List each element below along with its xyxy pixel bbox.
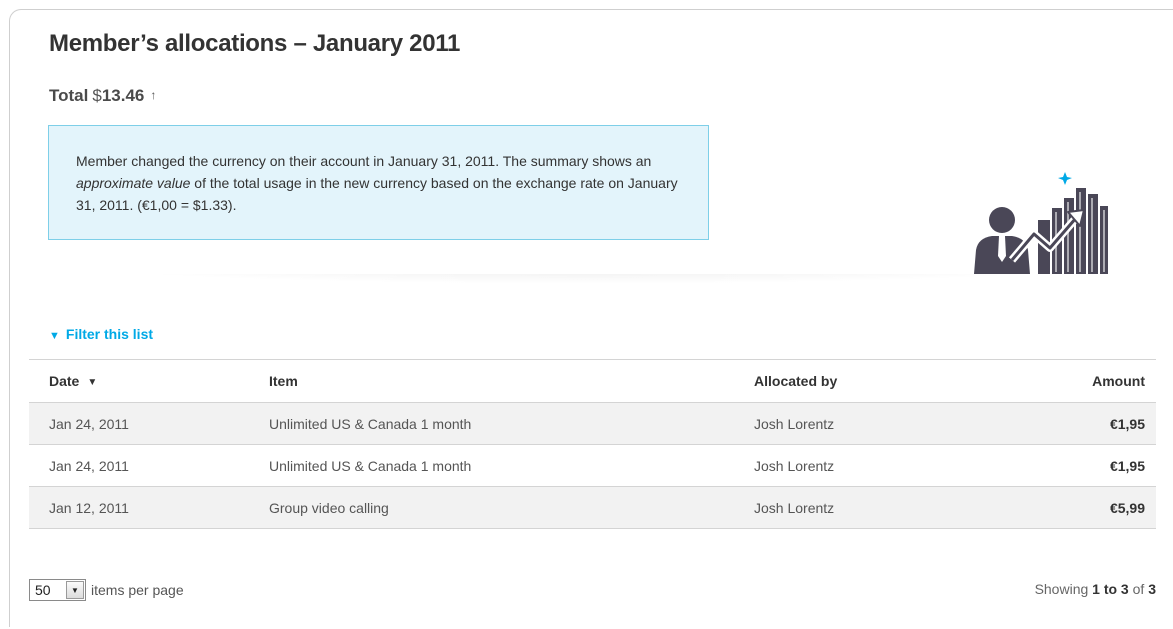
cell-item: Unlimited US & Canada 1 month [249, 402, 734, 445]
total-summary: Total $13.46 ↑ [49, 86, 156, 106]
cell-item: Unlimited US & Canada 1 month [249, 444, 734, 487]
cell-allocated-by: Josh Lorentz [734, 402, 1054, 445]
cell-item: Group video calling [249, 486, 734, 529]
showing-range: 1 to 3 [1092, 581, 1129, 597]
total-value: 13.46 [101, 86, 145, 105]
cell-amount: €5,99 [1054, 486, 1156, 529]
cell-amount: €1,95 [1054, 402, 1156, 445]
total-label: Total [49, 86, 89, 105]
currency-change-notice: Member changed the currency on their acc… [48, 125, 709, 240]
showing-of: of [1132, 581, 1145, 597]
cell-amount: €1,95 [1054, 444, 1156, 487]
arrow-up-icon: ↑ [150, 88, 157, 102]
cell-date: Jan 24, 2011 [29, 402, 249, 445]
showing-prefix: Showing [1034, 581, 1089, 597]
cell-date: Jan 24, 2011 [29, 444, 249, 487]
pagination-status: Showing 1 to 3 of 3 [1035, 581, 1156, 597]
notice-text-before: Member changed the currency on their acc… [76, 153, 652, 169]
cell-date: Jan 12, 2011 [29, 486, 249, 529]
table-row: Jan 24, 2011 Unlimited US & Canada 1 mon… [29, 444, 1156, 487]
column-header-allocated-by[interactable]: Allocated by [734, 359, 1054, 403]
items-per-page-select[interactable]: 50 ▼ [29, 579, 86, 601]
table-header-row: Date ▼ Item Allocated by Amount [29, 359, 1156, 403]
content-panel [9, 9, 1173, 627]
items-per-page-control: 50 ▼ items per page [29, 579, 184, 601]
column-header-date[interactable]: Date ▼ [29, 359, 249, 403]
items-per-page-label: items per page [91, 582, 184, 598]
cell-allocated-by: Josh Lorentz [734, 444, 1054, 487]
chevron-down-icon: ▼ [49, 330, 60, 342]
filter-list-toggle[interactable]: ▼ Filter this list [49, 326, 153, 342]
column-header-amount[interactable]: Amount [1054, 359, 1156, 403]
table-row: Jan 24, 2011 Unlimited US & Canada 1 mon… [29, 402, 1156, 445]
allocation-chart-illustration [974, 172, 1108, 274]
sparkle-icon [1058, 172, 1072, 185]
table-row: Jan 12, 2011 Group video calling Josh Lo… [29, 486, 1156, 529]
filter-label: Filter this list [65, 326, 154, 342]
showing-total: 3 [1148, 581, 1156, 597]
column-header-item[interactable]: Item [249, 359, 734, 403]
cell-allocated-by: Josh Lorentz [734, 486, 1054, 529]
page-title: Member’s allocations – January 2011 [49, 30, 461, 57]
sort-down-icon: ▼ [87, 377, 98, 388]
dropdown-arrow-icon[interactable]: ▼ [66, 581, 84, 599]
items-per-page-value: 50 [35, 582, 51, 598]
total-currency: $ [92, 86, 102, 105]
date-header-label: Date [49, 373, 80, 389]
allocations-table: Date ▼ Item Allocated by Amount Jan 24, 2… [29, 359, 1156, 529]
notice-text-emphasis: approximate value [76, 175, 191, 191]
